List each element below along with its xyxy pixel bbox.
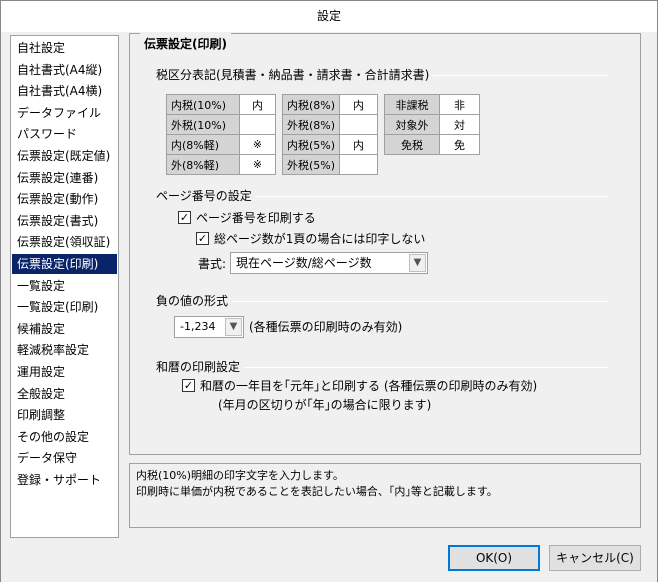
- cancel-button[interactable]: キャンセル(C): [549, 545, 641, 571]
- sidebar-item[interactable]: パスワード: [12, 124, 117, 144]
- print-page-number-checkbox-row[interactable]: ✓ ページ番号を印刷する: [178, 209, 316, 226]
- tax-label: 外税(10%): [166, 114, 240, 135]
- sidebar-item[interactable]: 候補設定: [12, 319, 117, 339]
- sidebar-item[interactable]: 伝票設定(動作): [12, 189, 117, 209]
- tax-symbol-input[interactable]: [339, 154, 378, 175]
- sidebar-item[interactable]: 自社設定: [12, 38, 117, 58]
- negative-format-select[interactable]: -1,234 ▼: [174, 316, 244, 338]
- tax-row: 免税免: [384, 134, 480, 155]
- sidebar-item[interactable]: 伝票設定(印刷): [12, 254, 117, 274]
- tax-section-title: 税区分表記(見積書・納品書・請求書・合計請求書): [156, 67, 434, 83]
- sidebar-item[interactable]: 運用設定: [12, 362, 117, 382]
- negative-format-value: -1,234: [180, 320, 216, 333]
- skip-single-page-label: 総ページ数が1頁の場合には印字しない: [214, 232, 426, 246]
- page-format-select[interactable]: 現在ページ数/総ページ数 ▼: [230, 252, 428, 274]
- tax-table-10: 内税(10%) 内 外税(10%) 内(8%軽) ※ 外(8%軽) ※: [166, 94, 276, 175]
- tax-table-8-5: 内税(8%) 内 外税(8%) 内税(5%) 内 外税(5%): [281, 94, 378, 175]
- tax-symbol-input[interactable]: ※: [239, 134, 276, 155]
- ok-button[interactable]: OK(O): [448, 545, 540, 571]
- chevron-down-icon[interactable]: ▼: [225, 318, 242, 336]
- tax-row: 外税(10%): [166, 114, 276, 135]
- tax-symbol-input[interactable]: 内: [339, 134, 378, 155]
- sidebar-item[interactable]: 登録・サポート: [12, 470, 117, 490]
- tax-row: 内税(8%) 内: [281, 94, 378, 115]
- tax-symbol-input[interactable]: 免: [439, 134, 480, 155]
- sidebar-item[interactable]: 一覧設定: [12, 276, 117, 296]
- wareki-note: (年月の区切りが｢年｣の場合に限ります): [218, 398, 432, 412]
- tax-row: 外税(8%): [281, 114, 378, 135]
- wareki-section-title: 和暦の印刷設定: [156, 359, 245, 375]
- sidebar-item[interactable]: データ保守: [12, 448, 117, 468]
- tax-label: 内(8%軽): [166, 134, 240, 155]
- sidebar-item[interactable]: 印刷調整: [12, 405, 117, 425]
- tax-symbol-input[interactable]: 非: [439, 94, 480, 115]
- print-page-number-label: ページ番号を印刷する: [196, 211, 316, 225]
- format-label: 書式:: [198, 257, 227, 271]
- sidebar-item[interactable]: 伝票設定(連番): [12, 168, 117, 188]
- page-section-title: ページ番号の設定: [156, 188, 256, 204]
- sidebar-item[interactable]: 伝票設定(領収証): [12, 232, 117, 252]
- tax-symbol-input[interactable]: [339, 114, 378, 135]
- tax-label: 非課税: [384, 94, 440, 115]
- window-title: 設定: [1, 1, 657, 32]
- sidebar-item[interactable]: 一覧設定(印刷): [12, 297, 117, 317]
- tax-label: 内税(10%): [166, 94, 240, 115]
- description-line-1: 内税(10%)明細の印字文字を入力します。: [136, 469, 344, 482]
- tax-label: 外税(5%): [281, 154, 341, 175]
- tax-symbol-input[interactable]: 対: [439, 114, 480, 135]
- tax-label: 外(8%軽): [166, 154, 240, 175]
- sidebar-item[interactable]: 伝票設定(既定値): [12, 146, 117, 166]
- description-box: 内税(10%)明細の印字文字を入力します。 印刷時に単価が内税であることを表記し…: [129, 463, 641, 528]
- tax-label: 外税(8%): [281, 114, 341, 135]
- wareki-first-year-checkbox[interactable]: ✓: [182, 379, 195, 392]
- negative-format-note: (各種伝票の印刷時のみ有効): [249, 320, 403, 334]
- tax-label: 内税(5%): [281, 134, 341, 155]
- skip-single-page-checkbox-row[interactable]: ✓ 総ページ数が1頁の場合には印字しない: [196, 230, 425, 247]
- chevron-down-icon[interactable]: ▼: [409, 254, 426, 272]
- sidebar-item[interactable]: その他の設定: [12, 427, 117, 447]
- tax-label: 対象外: [384, 114, 440, 135]
- settings-dialog: 設定 自社設定 自社書式(A4縦) 自社書式(A4横) データファイル パスワード 伝票設…: [0, 0, 658, 582]
- tax-row: 内(8%軽) ※: [166, 134, 276, 155]
- tax-label: 免税: [384, 134, 440, 155]
- sidebar-item[interactable]: 軽減税率設定: [12, 340, 117, 360]
- tax-row: 外(8%軽) ※: [166, 154, 276, 175]
- sidebar-item[interactable]: データファイル: [12, 103, 117, 123]
- sidebar-item[interactable]: 伝票設定(書式): [12, 211, 117, 231]
- sidebar-item[interactable]: 自社書式(A4横): [12, 81, 117, 101]
- tax-symbol-input[interactable]: 内: [339, 94, 378, 115]
- description-line-2: 印刷時に単価が内税であることを表記したい場合、｢内｣等と記載します。: [136, 485, 498, 498]
- tax-table-exempt: 非課税非 対象外対 免税免: [384, 94, 480, 155]
- negative-section-title: 負の値の形式: [156, 293, 233, 309]
- tax-row: 非課税非: [384, 94, 480, 115]
- dialog-footer: OK(O) キャンセル(C): [1, 538, 657, 582]
- print-settings-panel: 伝票設定(印刷) 税区分表記(見積書・納品書・請求書・合計請求書) 内税(10%…: [129, 33, 641, 455]
- tax-row: 内税(5%) 内: [281, 134, 378, 155]
- panel-title: 伝票設定(印刷): [140, 33, 231, 55]
- sidebar-item[interactable]: 全般設定: [12, 384, 117, 404]
- page-format-value: 現在ページ数/総ページ数: [236, 256, 372, 270]
- tax-row: 内税(10%) 内: [166, 94, 276, 115]
- tax-row: 外税(5%): [281, 154, 378, 175]
- wareki-first-year-checkbox-row[interactable]: ✓ 和暦の一年目を｢元年｣と印刷する (各種伝票の印刷時のみ有効): [182, 377, 537, 394]
- sidebar-item[interactable]: 自社書式(A4縦): [12, 60, 117, 80]
- settings-category-list[interactable]: 自社設定 自社書式(A4縦) 自社書式(A4横) データファイル パスワード 伝票設定(既…: [10, 35, 119, 538]
- print-page-number-checkbox[interactable]: ✓: [178, 211, 191, 224]
- tax-row: 対象外対: [384, 114, 480, 135]
- skip-single-page-checkbox[interactable]: ✓: [196, 232, 209, 245]
- tax-label: 内税(8%): [281, 94, 341, 115]
- tax-symbol-input[interactable]: 内: [239, 94, 276, 115]
- tax-symbol-input[interactable]: [239, 114, 276, 135]
- wareki-first-year-label: 和暦の一年目を｢元年｣と印刷する (各種伝票の印刷時のみ有効): [200, 379, 538, 393]
- tax-symbol-input[interactable]: ※: [239, 154, 276, 175]
